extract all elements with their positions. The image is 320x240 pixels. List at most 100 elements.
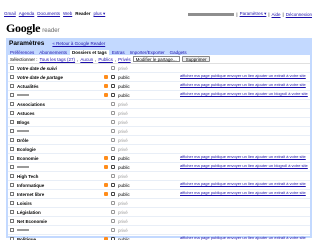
share-status[interactable]: public	[118, 84, 130, 89]
tag-name[interactable]: Informatique	[17, 183, 44, 188]
tag-name[interactable]: Loisirs	[17, 201, 32, 206]
share-toggle-icon[interactable]	[111, 210, 115, 214]
share-status[interactable]: privé	[118, 174, 128, 179]
share-toggle-icon[interactable]	[111, 102, 115, 106]
share-toggle-icon[interactable]	[111, 84, 115, 88]
share-toggle-icon[interactable]	[111, 111, 115, 115]
share-toggle-icon[interactable]	[111, 75, 115, 79]
share-toggle-icon[interactable]	[111, 201, 115, 205]
share-status[interactable]: public	[118, 165, 130, 170]
tag-checkbox[interactable]	[10, 147, 14, 151]
share-toggle-icon[interactable]	[111, 93, 115, 97]
share-toggle-icon[interactable]	[111, 138, 115, 142]
tag-name[interactable]: Actualités	[17, 84, 39, 89]
google-reader-logo[interactable]: Google reader	[6, 21, 60, 36]
share-toggle-icon[interactable]	[111, 66, 115, 70]
share-status[interactable]: privé	[118, 201, 128, 206]
tag-name[interactable]: Blogs	[17, 120, 30, 125]
share-status[interactable]: privé	[118, 120, 128, 125]
share-toggle-icon[interactable]	[111, 192, 115, 196]
nav-link-plus[interactable]: plus ▾	[93, 11, 105, 17]
tag-checkbox[interactable]	[10, 111, 14, 115]
tag-checkbox[interactable]	[10, 201, 14, 205]
share-status[interactable]: privé	[118, 138, 128, 143]
tag-name[interactable]: Astuces	[17, 111, 35, 116]
tag-checkbox[interactable]	[10, 66, 14, 70]
tag-checkbox[interactable]	[10, 219, 14, 223]
share-status[interactable]: privé	[118, 147, 128, 152]
share-toggle-icon[interactable]	[111, 228, 115, 232]
public-action-links[interactable]: afficher ma page publique envoyer un lie…	[180, 163, 308, 168]
tag-name[interactable]: Internet libre	[17, 192, 44, 197]
settings-link[interactable]: Paramètres ▾	[240, 11, 267, 17]
share-status[interactable]: public	[118, 192, 130, 197]
share-toggle-icon[interactable]	[111, 219, 115, 223]
back-to-reader-link[interactable]: « Retour à Google Reader	[52, 41, 105, 46]
tag-name[interactable]: Politique	[17, 237, 36, 240]
tag-name[interactable]	[17, 228, 29, 233]
share-status[interactable]: privé	[118, 102, 128, 107]
share-status[interactable]: public	[118, 75, 130, 80]
share-toggle-icon[interactable]	[111, 174, 115, 178]
tag-checkbox[interactable]	[10, 192, 14, 196]
tag-checkbox[interactable]	[10, 102, 14, 106]
share-toggle-icon[interactable]	[111, 183, 115, 187]
tag-checkbox[interactable]	[10, 120, 14, 124]
nav-link-agenda[interactable]: Agenda	[19, 11, 35, 17]
share-status[interactable]: privé	[118, 111, 128, 116]
select-private-link[interactable]: Privés	[118, 57, 131, 62]
public-action-links[interactable]: afficher ma page publique envoyer un lie…	[180, 91, 308, 96]
share-toggle-icon[interactable]	[111, 147, 115, 151]
tag-name[interactable]	[17, 165, 29, 170]
public-action-links[interactable]: afficher ma page publique envoyer un lie…	[180, 154, 306, 159]
delete-button[interactable]: Supprimer	[181, 56, 211, 62]
share-status[interactable]: public	[118, 183, 130, 188]
tag-checkbox[interactable]	[10, 174, 14, 178]
public-action-links[interactable]: afficher ma page publique envoyer un lie…	[180, 235, 306, 240]
tag-name[interactable]: Votre date de partage	[17, 75, 63, 80]
nav-link-gmail[interactable]: Gmail	[4, 11, 16, 17]
share-status[interactable]: privé	[118, 210, 128, 215]
share-toggle-icon[interactable]	[111, 165, 115, 169]
share-status[interactable]: privé	[118, 228, 128, 233]
tag-checkbox[interactable]	[10, 75, 14, 79]
share-status[interactable]: privé	[118, 219, 128, 224]
tag-checkbox[interactable]	[10, 165, 14, 169]
tag-name[interactable]: Votre date de suivi	[17, 66, 57, 71]
share-toggle-icon[interactable]	[111, 120, 115, 124]
tag-name[interactable]: Drôle	[17, 138, 29, 143]
nav-link-documents[interactable]: Documents	[37, 11, 60, 17]
public-action-links[interactable]: afficher ma page publique envoyer un lie…	[180, 73, 306, 78]
tag-name[interactable]: Economie	[17, 156, 39, 161]
share-status[interactable]: public	[118, 156, 130, 161]
tag-checkbox[interactable]	[10, 129, 14, 133]
tag-name[interactable]	[17, 93, 29, 98]
nav-link-web[interactable]: Web	[63, 11, 72, 17]
select-all-link[interactable]: Tous les tags (27)	[40, 57, 76, 62]
tag-name[interactable]: Législation	[17, 210, 41, 215]
share-toggle-icon[interactable]	[111, 129, 115, 133]
share-status[interactable]: privé	[118, 66, 128, 71]
nav-link-reader[interactable]: Reader	[75, 11, 90, 17]
tag-name[interactable]: High Tech	[17, 174, 38, 179]
select-none-link[interactable]: Aucun	[80, 57, 93, 62]
tag-checkbox[interactable]	[10, 156, 14, 160]
share-status[interactable]: public	[118, 93, 130, 98]
tag-name[interactable]: Associations	[17, 102, 45, 107]
tag-checkbox[interactable]	[10, 84, 14, 88]
public-action-links[interactable]: afficher ma page publique envoyer un lie…	[180, 190, 306, 195]
share-status[interactable]: privé	[118, 129, 128, 134]
tag-name[interactable]: Net Economie	[17, 219, 47, 224]
public-action-links[interactable]: afficher ma page publique envoyer un lie…	[180, 82, 306, 87]
tag-checkbox[interactable]	[10, 138, 14, 142]
tag-name[interactable]: Ecologie	[17, 147, 36, 152]
tag-checkbox[interactable]	[10, 183, 14, 187]
share-toggle-icon[interactable]	[111, 156, 115, 160]
tag-checkbox[interactable]	[10, 93, 14, 97]
help-link[interactable]: Aide	[272, 12, 281, 17]
share-status[interactable]: public	[118, 237, 130, 240]
tag-name[interactable]	[17, 129, 29, 134]
public-action-links[interactable]: afficher ma page publique envoyer un lie…	[180, 181, 306, 186]
share-select[interactable]: Modifier le partage...	[132, 56, 180, 62]
tag-checkbox[interactable]	[10, 228, 14, 232]
